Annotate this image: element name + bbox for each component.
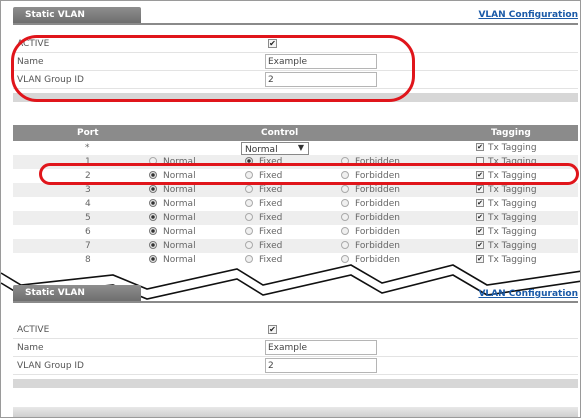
name-label-bottom: Name — [17, 343, 44, 353]
static-vlan-panel-bottom: Static VLAN VLAN Configuration ACTIVE ✔ … — [13, 285, 578, 405]
radio-forbidden[interactable] — [341, 241, 349, 249]
name-input-bottom[interactable]: Example — [265, 340, 377, 355]
active-checkbox-bottom[interactable]: ✔ — [268, 325, 277, 334]
table-row: 3 Normal Fixed Forbidden ✔ Tx Tagging — [13, 183, 578, 197]
radio-forbidden[interactable] — [341, 213, 349, 221]
tx-tagging-label: Tx Tagging — [488, 241, 537, 251]
port-number: 5 — [85, 213, 91, 223]
tab-underline — [13, 23, 578, 25]
screenshot-frame: Static VLAN VLAN Configuration ACTIVE ✔ … — [0, 0, 581, 418]
vlan-configuration-link-bottom[interactable]: VLAN Configuration — [478, 289, 578, 299]
tab-underline-bottom — [13, 301, 578, 303]
header-port: Port — [77, 128, 99, 138]
label-normal: Normal — [163, 227, 196, 237]
label-forbidden: Forbidden — [355, 199, 400, 209]
table-header: Port Control Tagging — [13, 125, 578, 141]
table-row: 4 Normal Fixed Forbidden ✔ Tx Tagging — [13, 197, 578, 211]
label-forbidden: Forbidden — [355, 185, 400, 195]
radio-normal[interactable] — [149, 213, 157, 221]
vlan-group-id-label-bottom: VLAN Group ID — [17, 361, 84, 371]
highlight-row-1 — [39, 163, 579, 185]
radio-normal[interactable] — [149, 241, 157, 249]
highlight-form — [11, 35, 415, 102]
tx-tagging-checkbox[interactable]: ✔ — [476, 199, 484, 207]
port-all-label: * — [85, 143, 90, 153]
header-tagging: Tagging — [491, 128, 531, 138]
label-forbidden: Forbidden — [355, 227, 400, 237]
control-select[interactable]: Normal ▼ — [241, 142, 309, 155]
chevron-down-icon: ▼ — [297, 143, 304, 152]
tx-tagging-checkbox[interactable]: ✔ — [476, 227, 484, 235]
tx-tagging-checkbox[interactable]: ✔ — [476, 241, 484, 249]
header-control: Control — [261, 128, 299, 138]
tx-tagging-checkbox[interactable]: ✔ — [476, 213, 484, 221]
port-number: 3 — [85, 185, 91, 195]
table-row: 7 Normal Fixed Forbidden ✔ Tx Tagging — [13, 239, 578, 253]
radio-forbidden[interactable] — [341, 227, 349, 235]
radio-fixed[interactable] — [245, 227, 253, 235]
tx-tagging-checkbox[interactable]: ✔ — [476, 185, 484, 193]
vlan-group-id-input-bottom[interactable]: 2 — [265, 358, 377, 373]
label-forbidden: Forbidden — [355, 213, 400, 223]
tab-static-vlan-bottom[interactable]: Static VLAN — [13, 285, 141, 301]
radio-forbidden[interactable] — [341, 199, 349, 207]
radio-normal[interactable] — [149, 227, 157, 235]
tx-tagging-label: Tx Tagging — [488, 143, 537, 153]
tx-tagging-label: Tx Tagging — [488, 199, 537, 209]
label-fixed: Fixed — [259, 199, 283, 209]
tx-tagging-label: Tx Tagging — [488, 213, 537, 223]
active-label-bottom: ACTIVE — [17, 325, 50, 335]
active-row-bottom: ACTIVE ✔ — [13, 321, 578, 339]
label-normal: Normal — [163, 241, 196, 251]
control-select-value: Normal — [245, 145, 278, 155]
radio-forbidden[interactable] — [341, 185, 349, 193]
label-forbidden: Forbidden — [355, 241, 400, 251]
tx-tagging-checkbox[interactable]: ✔ — [476, 143, 484, 151]
label-fixed: Fixed — [259, 227, 283, 237]
port-number: 4 — [85, 199, 91, 209]
name-row-bottom: Name Example — [13, 339, 578, 357]
port-control-table: Port Control Tagging * Normal ▼ ✔ Tx Tag… — [13, 125, 578, 275]
vlan-configuration-link[interactable]: VLAN Configuration — [478, 10, 578, 20]
tab-static-vlan[interactable]: Static VLAN — [13, 7, 141, 23]
tx-tagging-label: Tx Tagging — [488, 227, 537, 237]
table-row-all: * Normal ▼ ✔ Tx Tagging — [13, 141, 578, 155]
label-fixed: Fixed — [259, 185, 283, 195]
form-footer-bar-bottom — [13, 379, 578, 388]
label-fixed: Fixed — [259, 213, 283, 223]
table-row: 5 Normal Fixed Forbidden ✔ Tx Tagging — [13, 211, 578, 225]
table-row: 6 Normal Fixed Forbidden ✔ Tx Tagging — [13, 225, 578, 239]
radio-normal[interactable] — [149, 199, 157, 207]
label-normal: Normal — [163, 213, 196, 223]
vlan-group-id-row-bottom: VLAN Group ID 2 — [13, 357, 578, 375]
port-number: 7 — [85, 241, 91, 251]
radio-fixed[interactable] — [245, 199, 253, 207]
radio-fixed[interactable] — [245, 185, 253, 193]
label-fixed: Fixed — [259, 241, 283, 251]
radio-fixed[interactable] — [245, 241, 253, 249]
radio-fixed[interactable] — [245, 213, 253, 221]
radio-normal[interactable] — [149, 185, 157, 193]
port-number: 6 — [85, 227, 91, 237]
label-normal: Normal — [163, 185, 196, 195]
label-normal: Normal — [163, 199, 196, 209]
table-header-partial — [13, 407, 578, 417]
tx-tagging-label: Tx Tagging — [488, 185, 537, 195]
